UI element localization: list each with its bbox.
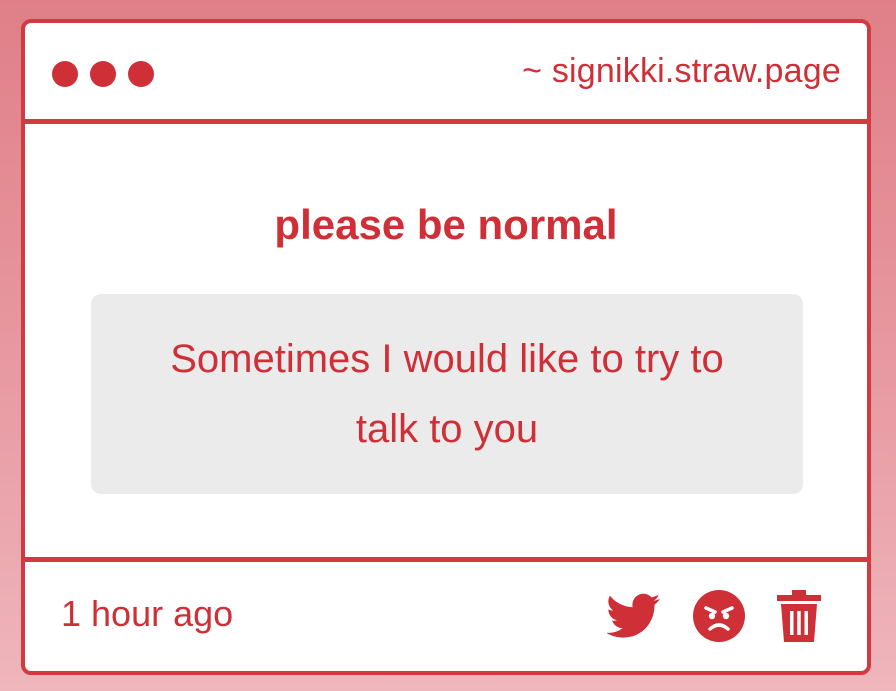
- angry-face-icon[interactable]: [693, 590, 745, 642]
- window-dot-1: [52, 61, 78, 87]
- window-dots: [52, 61, 154, 87]
- window-titlebar: ~ signikki.straw.page: [25, 23, 867, 124]
- message-box: Sometimes I would like to try to talk to…: [91, 294, 803, 494]
- window-dot-2: [90, 61, 116, 87]
- post-card: ~ signikki.straw.page please be normal S…: [21, 19, 871, 675]
- page-url[interactable]: ~ signikki.straw.page: [522, 51, 841, 91]
- window-dot-3: [128, 61, 154, 87]
- post-timestamp: 1 hour ago: [61, 593, 234, 634]
- post-content: please be normal Sometimes I would like …: [25, 124, 867, 558]
- trash-icon[interactable]: [777, 590, 821, 642]
- post-footer: 1 hour ago: [25, 557, 867, 671]
- post-title: please be normal: [274, 201, 618, 248]
- twitter-icon[interactable]: [607, 593, 661, 639]
- message-text: Sometimes I would like to try to talk to…: [170, 337, 724, 451]
- post-actions: [607, 590, 821, 642]
